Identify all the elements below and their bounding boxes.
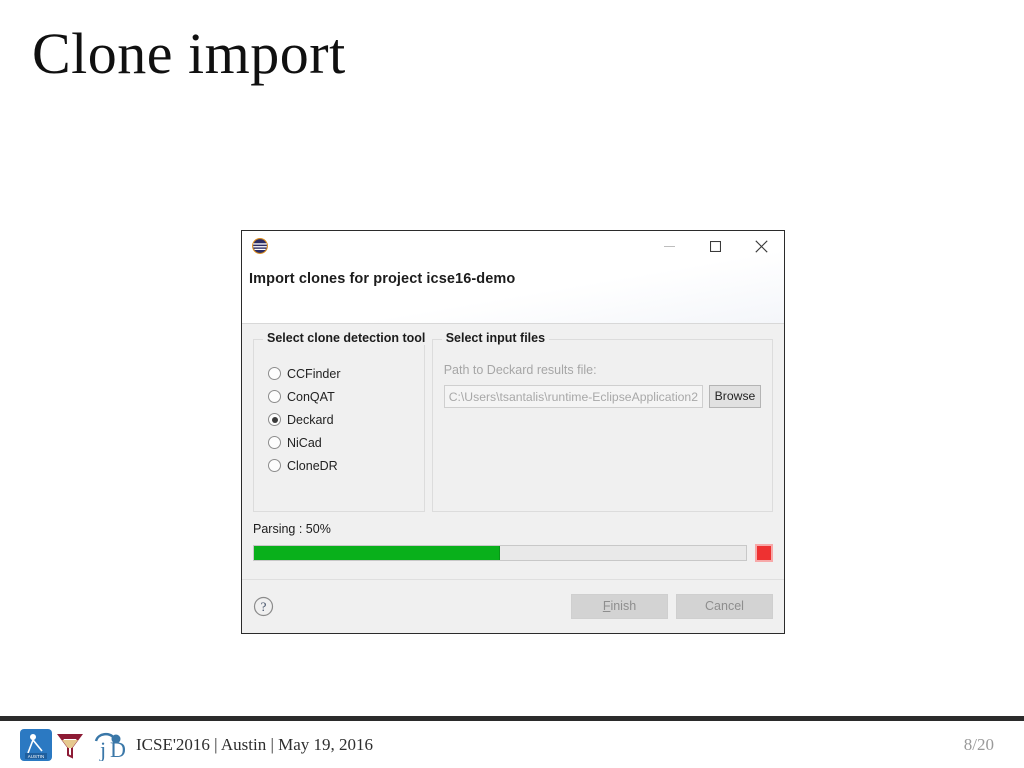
path-row: C:\Users\tsantalis\runtime-EclipseApplic… <box>443 385 761 408</box>
radio-label: CCFinder <box>287 366 341 381</box>
svg-text:j: j <box>99 737 106 761</box>
dialog-header: Import clones for project icse16-demo <box>242 231 784 324</box>
progress-bar <box>253 545 747 561</box>
radio-conqat[interactable]: ConQAT <box>268 385 424 408</box>
progress-bar-fill <box>254 546 500 560</box>
finish-label: inish <box>610 599 637 613</box>
eclipse-globe-icon <box>251 237 269 255</box>
footer-page-number: 8/20 <box>963 735 994 754</box>
input-files-content: Path to Deckard results file: C:\Users\t… <box>433 354 772 408</box>
svg-text:D: D <box>110 737 126 761</box>
page-title: Clone import <box>32 21 346 86</box>
clone-tool-group-title: Select clone detection tool <box>263 331 430 345</box>
window-controls <box>646 231 784 261</box>
radio-icon <box>268 459 281 472</box>
dialog-footer-buttons: Finish Cancel <box>571 594 773 619</box>
radio-selected-icon <box>268 413 281 426</box>
radio-icon <box>268 436 281 449</box>
radio-nicad[interactable]: NiCad <box>268 431 424 454</box>
maximize-button[interactable] <box>692 231 738 261</box>
clone-tool-group: Select clone detection tool CCFinder Con… <box>253 331 430 512</box>
dialog-heading: Import clones for project icse16-demo <box>249 271 516 287</box>
progress-area: Parsing : 50% <box>242 512 784 562</box>
path-input[interactable]: C:\Users\tsantalis\runtime-EclipseApplic… <box>443 385 703 408</box>
clone-tool-radio-list: CCFinder ConQAT Deckard NiCad CloneDR <box>254 354 424 477</box>
funnel-logo <box>55 729 85 766</box>
radio-label: ConQAT <box>287 389 335 404</box>
radio-label: CloneDR <box>287 458 338 473</box>
footer-logos: AUSTIN j D <box>20 729 136 766</box>
icse-austin-logo: AUSTIN <box>20 729 52 766</box>
browse-button[interactable]: Browse <box>709 385 761 408</box>
import-clones-dialog: Import clones for project icse16-demo Se… <box>241 230 785 634</box>
minimize-button[interactable] <box>646 231 692 261</box>
help-icon[interactable]: ? <box>253 596 274 617</box>
radio-deckard[interactable]: Deckard <box>268 408 424 431</box>
progress-status-text: Parsing : 50% <box>253 522 331 536</box>
stop-icon[interactable] <box>755 544 773 562</box>
svg-text:?: ? <box>261 599 267 614</box>
dialog-groups: Select clone detection tool CCFinder Con… <box>242 324 784 512</box>
radio-label: NiCad <box>287 435 322 450</box>
radio-clonedr[interactable]: CloneDR <box>268 454 424 477</box>
radio-icon <box>268 390 281 403</box>
svg-text:AUSTIN: AUSTIN <box>28 754 45 759</box>
footer-conference-text: ICSE'2016 | Austin | May 19, 2016 <box>136 735 374 754</box>
radio-ccfinder[interactable]: CCFinder <box>268 362 424 385</box>
close-button[interactable] <box>738 231 784 261</box>
finish-button[interactable]: Finish <box>571 594 668 619</box>
slide-footer: AUSTIN j D ICSE'2016 | Austin | May 19, … <box>0 721 1024 768</box>
progress-row <box>253 544 773 562</box>
path-label: Path to Deckard results file: <box>443 363 597 377</box>
radio-icon <box>268 367 281 380</box>
dialog-footer: ? Finish Cancel <box>242 579 784 633</box>
cancel-button[interactable]: Cancel <box>676 594 773 619</box>
jd-logo: j D <box>88 729 136 766</box>
dialog-body: Select clone detection tool CCFinder Con… <box>242 324 784 579</box>
input-files-group-title: Select input files <box>441 331 550 345</box>
input-files-group: Select input files Path to Deckard resul… <box>431 331 773 512</box>
radio-label: Deckard <box>287 412 334 427</box>
